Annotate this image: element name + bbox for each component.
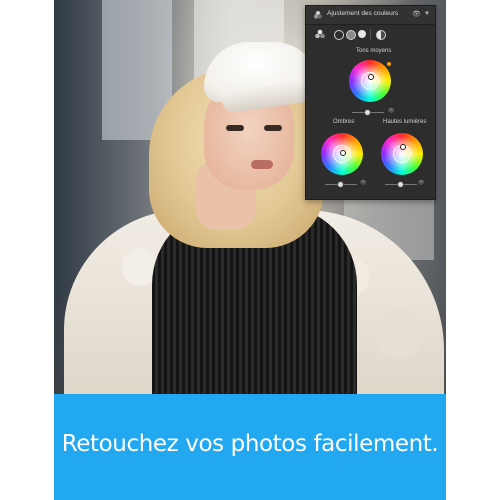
eye-icon[interactable]: 👁 — [388, 108, 394, 114]
shadows-label: Ombres — [333, 119, 355, 125]
shadows-luminance-thumb[interactable] — [337, 181, 344, 188]
chevron-down-icon[interactable]: ▼ — [424, 11, 430, 17]
eye-icon[interactable]: 👁 — [360, 180, 366, 186]
right-eye — [264, 125, 282, 131]
eye-icon[interactable]: 👁 — [418, 180, 424, 186]
panel-title: Ajustement des couleurs — [327, 10, 399, 17]
promo-banner: Retouchez vos photos facilement. — [54, 394, 446, 500]
all-modes-icon[interactable] — [314, 29, 326, 39]
banner-text: Retouchez vos photos facilement. — [61, 431, 439, 457]
midtones-hue-indicator[interactable] — [387, 62, 391, 66]
lips — [251, 160, 273, 169]
color-adjustment-panel: Ajustement des couleurs 👁 ▼ Tons moyens … — [305, 5, 436, 200]
midtones-mode-icon[interactable] — [346, 30, 356, 40]
color-grading-icon — [314, 11, 322, 19]
highlights-mode-icon[interactable] — [358, 30, 366, 38]
midtones-wheel-handle[interactable] — [368, 74, 374, 80]
shadows-wheel-handle[interactable] — [340, 150, 346, 156]
left-eye — [226, 125, 244, 131]
eye-icon[interactable]: 👁 — [412, 10, 421, 18]
panel-header: Ajustement des couleurs 👁 ▼ — [306, 6, 435, 25]
midtones-luminance-thumb[interactable] — [364, 109, 371, 116]
midtones-label: Tons moyens — [356, 48, 392, 54]
shadows-mode-icon[interactable] — [334, 30, 344, 40]
mode-selector — [306, 26, 435, 42]
divider — [370, 29, 371, 39]
highlights-luminance-thumb[interactable] — [397, 181, 404, 188]
highlights-label: Hautes lumières — [383, 119, 427, 125]
highlights-wheel-handle[interactable] — [400, 144, 406, 150]
global-mode-icon[interactable] — [376, 30, 386, 40]
